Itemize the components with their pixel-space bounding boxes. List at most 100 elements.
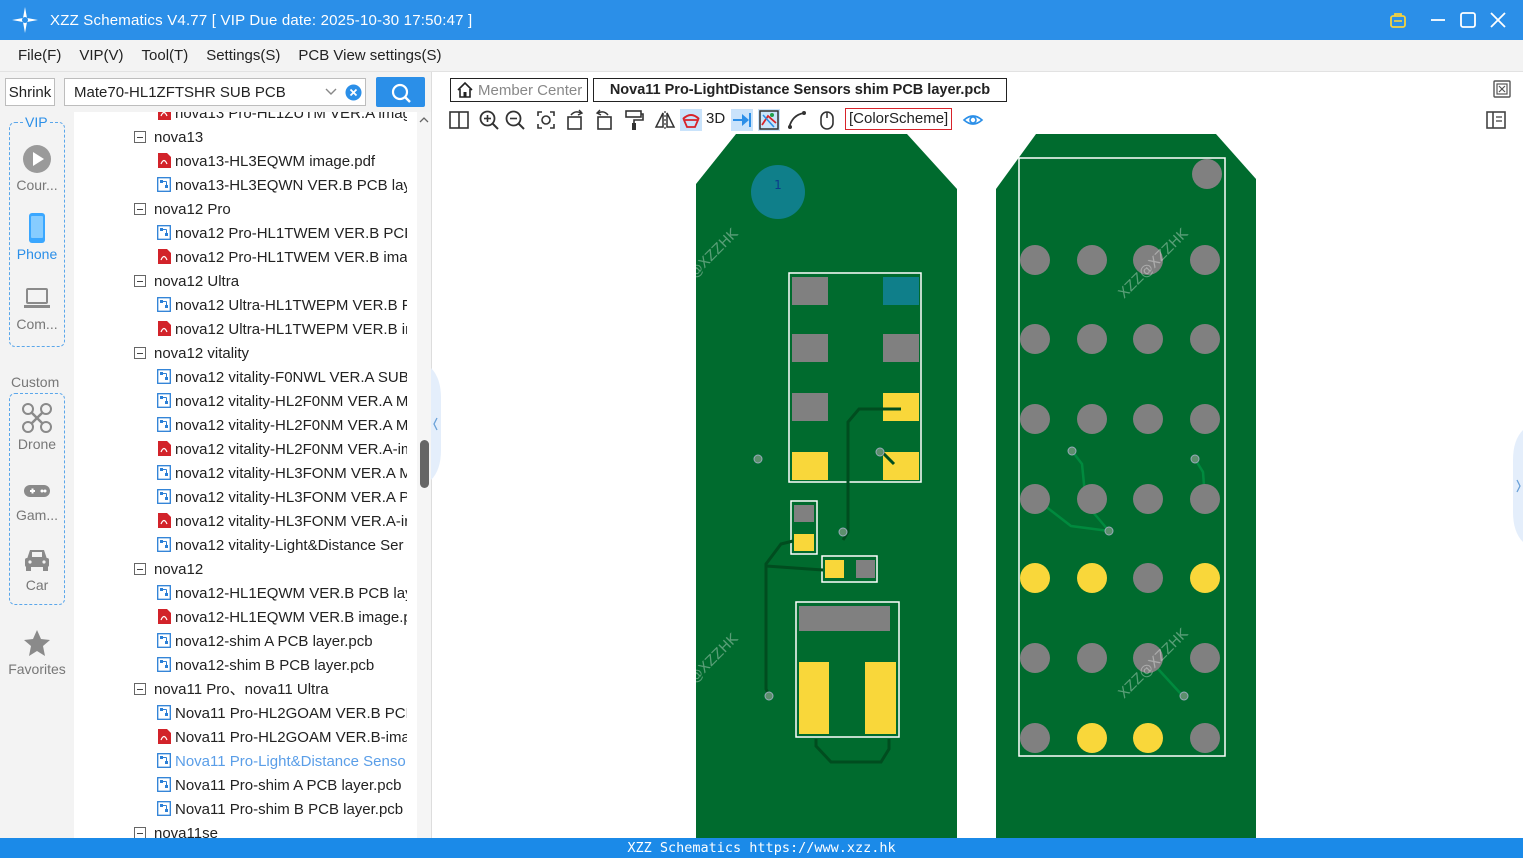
tree-folder[interactable]: nova12 vitality [134,342,249,366]
paint-brush-icon[interactable] [623,109,645,131]
collapse-icon[interactable] [134,275,146,287]
fit-view-icon[interactable] [535,109,557,131]
search-button[interactable] [376,77,425,107]
pin-direction-icon[interactable] [731,109,753,131]
menu-tool[interactable]: Tool(T) [142,47,189,64]
tree-file[interactable]: Nova11 Pro-HL2GOAM VER.B-imag [157,726,407,750]
via [838,527,848,537]
expand-panel-icon[interactable] [1513,430,1523,542]
tree-folder[interactable]: nova11se [134,822,218,838]
tree-file[interactable]: nova13-HL3EQWM image.pdf [157,150,407,174]
tree-file[interactable]: nova12 Pro-HL1TWEM VER.B PCB l [157,222,407,246]
nav-item-car[interactable]: Car [0,546,74,593]
tree-file[interactable]: Nova11 Pro-Light&Distance Senso [157,750,407,774]
pcb-select[interactable]: Mate70-HL1ZFTSHR SUB PCB [64,78,366,106]
nav-item-computer[interactable]: Com... [0,286,74,332]
tree-file[interactable]: nova12 vitality-HL2F0NM VER.A-im [157,438,407,462]
collapse-icon[interactable] [134,827,146,838]
tree-file[interactable]: nova12 vitality-Light&Distance Ser [157,534,407,558]
pad-yellow [792,452,828,480]
rotate-right-icon[interactable] [592,109,614,131]
tree-file[interactable]: Nova11 Pro-HL2GOAM VER.B PCB [157,702,407,726]
tree-file[interactable]: nova12 vitality-F0NWL VER.A SUB I [157,366,407,390]
collapse-icon[interactable] [134,203,146,215]
pcb-canvas[interactable]: 1 XZZ@XZZHK XZZ@XZZHK XZZ@XZZHK XZZ@XZZH… [441,134,1523,838]
collapse-icon[interactable] [134,347,146,359]
tree-item-label: nova12 Pro-HL1TWEM VER.B PCB l [175,225,407,242]
tree-file[interactable]: nova12-shim A PCB layer.pcb [157,630,407,654]
tree-scroll-thumb[interactable] [420,440,429,488]
title-bar: XZZ Schematics V4.77 [ VIP Due date: 202… [0,0,1523,40]
menu-vip[interactable]: VIP(V) [79,47,123,64]
view-3d-button[interactable]: 3D [706,110,725,127]
tree-file[interactable]: nova12 vitality-HL3FONM VER.A P( [157,486,407,510]
tree-file[interactable]: nova13 Pro-HL1ZUTM VER.A imag [157,112,407,126]
tab-active-file[interactable]: Nova11 Pro-LightDistance Sensors shim PC… [593,78,1007,102]
tree-folder[interactable]: nova13 [134,126,203,150]
side-panel-icon[interactable] [1485,109,1507,131]
tree-file[interactable]: nova12-HL1EQWM VER.B image.p( [157,606,407,630]
tab-member-center[interactable]: Member Center [450,78,588,102]
collapse-icon[interactable] [134,563,146,575]
collapse-panel-icon[interactable] [431,368,441,480]
tree-item-label: nova13-HL3EQWM image.pdf [175,153,376,170]
tree-folder[interactable]: nova12 [134,558,203,582]
net-highlight-icon[interactable] [680,109,702,131]
tree-file[interactable]: nova12 vitality-HL2F0NM VER.A M [157,414,407,438]
menu-pcb-view-settings[interactable]: PCB View settings(S) [298,47,441,64]
nav-label-game: Gam... [15,507,58,523]
collapse-icon[interactable] [134,683,146,695]
tree-item-label: nova11se [154,825,218,838]
close-tab-icon[interactable] [1493,80,1511,98]
maximize-icon[interactable] [1458,0,1478,40]
zoom-out-icon[interactable] [504,109,526,131]
eye-icon[interactable] [962,109,984,131]
tree-item-label: nova12 vitality [154,345,250,362]
mouse-icon[interactable] [816,109,838,131]
file-tree: nova13 Pro-HL1ZUTM VER.A imag nova13 nova1… [74,112,417,838]
tree-file[interactable]: nova12 Ultra-HL1TWEPM VER.B PC [157,294,407,318]
tree-file[interactable]: nova12-HL1EQWM VER.B PCB laye [157,582,407,606]
tree-file[interactable]: nova13-HL3EQWN VER.B PCB layer [157,174,407,198]
shrink-button[interactable]: Shrink [5,78,55,106]
nav-item-favorites[interactable]: Favorites [0,628,74,677]
mirror-icon[interactable] [654,109,676,131]
car-icon [25,550,49,571]
tree-file[interactable]: nova12 Pro-HL1TWEM VER.B imag [157,246,407,270]
tree-file[interactable]: Nova11 Pro-shim B PCB layer.pcb [157,798,407,822]
tree-folder[interactable]: nova12 Pro [134,198,231,222]
nav-item-phone[interactable]: Phone [0,212,74,262]
tree-file[interactable]: nova12 vitality-HL3FONM VER.A-ir [157,510,407,534]
panel-divider[interactable] [431,72,441,838]
minimize-icon[interactable] [1428,0,1448,40]
rotate-left-icon[interactable] [565,109,587,131]
tree-file[interactable]: nova12 Ultra-HL1TWEPM VER.B im [157,318,407,342]
tree-file[interactable]: nova12-shim B PCB layer.pcb [157,654,407,678]
nav-item-drone[interactable]: Drone [0,403,74,452]
scroll-up-icon[interactable] [419,116,429,124]
layer-view-icon[interactable] [758,109,780,131]
pdf-file-icon [158,249,171,264]
nav-item-game[interactable]: Gam... [0,480,74,523]
tree-file[interactable]: Nova11 Pro-shim A PCB layer.pcb [157,774,407,798]
vip-badge-icon[interactable] [1388,0,1408,40]
tree-scrollbar[interactable] [417,112,431,838]
nav-item-course[interactable]: Cour... [0,144,74,193]
via [753,454,763,464]
clear-icon[interactable] [345,84,362,101]
menu-settings[interactable]: Settings(S) [206,47,280,64]
menu-file[interactable]: File(F) [18,47,61,64]
tree-file[interactable]: nova12 vitality-HL3FONM VER.A M [157,462,407,486]
trace-tool-icon[interactable] [786,109,808,131]
close-icon[interactable] [1488,0,1508,40]
chevron-down-icon[interactable] [324,87,338,97]
color-scheme-button[interactable]: [ColorScheme] [845,108,953,130]
tree-folder[interactable]: nova11 Pro、nova11 Ultra [134,678,329,702]
nav-label-phone: Phone [16,246,58,262]
tree-file[interactable]: nova12 vitality-HL2F0NM VER.A M [157,390,407,414]
collapse-icon[interactable] [134,131,146,143]
zoom-in-icon[interactable] [478,109,500,131]
tree-item-label: nova12 [154,561,204,578]
split-view-icon[interactable] [448,109,470,131]
tree-folder[interactable]: nova12 Ultra [134,270,239,294]
